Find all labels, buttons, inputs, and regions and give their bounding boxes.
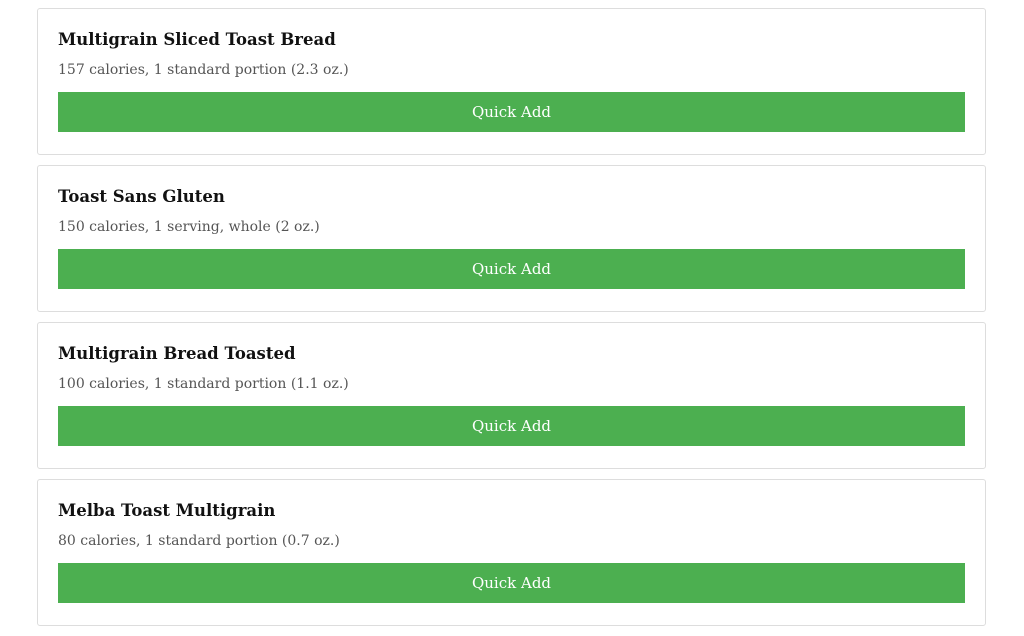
- food-name: Toast Sans Gluten: [58, 187, 225, 206]
- quick-add-button[interactable]: Quick Add: [58, 249, 965, 289]
- quick-add-button[interactable]: Quick Add: [58, 92, 965, 132]
- food-name: Multigrain Bread Toasted: [58, 344, 296, 363]
- food-card-multigrain-bread-toasted: Multigrain Bread Toasted 100 calories, 1…: [37, 322, 986, 469]
- food-card-melba-toast-multigrain: Melba Toast Multigrain 80 calories, 1 st…: [37, 479, 986, 626]
- food-nutrition-summary: 80 calories, 1 standard portion (0.7 oz.…: [58, 533, 340, 549]
- food-results-list: Multigrain Sliced Toast Bread 157 calori…: [37, 8, 986, 636]
- food-card-multigrain-sliced-toast-bread: Multigrain Sliced Toast Bread 157 calori…: [37, 8, 986, 155]
- food-nutrition-summary: 157 calories, 1 standard portion (2.3 oz…: [58, 62, 349, 78]
- food-nutrition-summary: 100 calories, 1 standard portion (1.1 oz…: [58, 376, 349, 392]
- food-nutrition-summary: 150 calories, 1 serving, whole (2 oz.): [58, 219, 320, 235]
- quick-add-button[interactable]: Quick Add: [58, 563, 965, 603]
- quick-add-button[interactable]: Quick Add: [58, 406, 965, 446]
- food-name: Melba Toast Multigrain: [58, 501, 276, 520]
- food-name: Multigrain Sliced Toast Bread: [58, 30, 336, 49]
- food-card-toast-sans-gluten: Toast Sans Gluten 150 calories, 1 servin…: [37, 165, 986, 312]
